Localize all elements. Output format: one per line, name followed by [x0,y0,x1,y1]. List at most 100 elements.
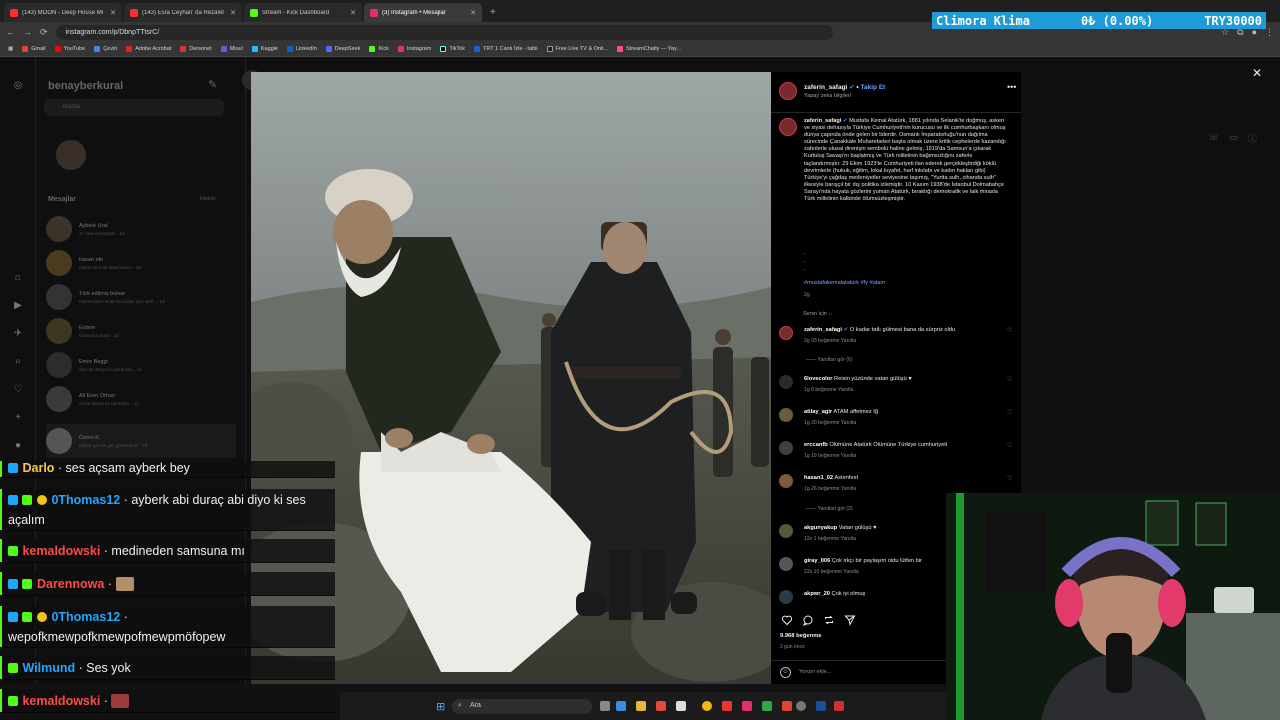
avatar[interactable] [779,590,793,604]
post-author-name[interactable]: zaferin_safagi [804,84,847,91]
compose-icon[interactable]: ✎ [208,78,217,91]
taskbar-search[interactable]: ⌕ Ara [452,699,592,714]
comment-user[interactable]: zaferin_safagi [804,327,842,333]
add-comment-input[interactable]: Yorum ekle... [799,669,831,675]
file-explorer-icon[interactable] [636,701,646,711]
close-modal-icon[interactable]: ✕ [1252,66,1262,80]
phone-icon[interactable]: ☏ [1208,132,1219,145]
youtube-icon[interactable] [722,701,732,711]
reload-icon[interactable]: ⟳ [40,27,48,38]
conversation-item[interactable]: hasan efe hasan sent an attachment. · 4d [46,246,236,280]
hashtags[interactable]: #mustafakemalatatürk #fy #atam [804,280,885,286]
share-icon[interactable] [844,614,856,626]
conversation-item-selected[interactable]: Özem K. Dikkat göz ve göz görürsünüz · 2d [46,424,236,458]
video-call-icon[interactable]: ▭ [1229,132,1238,145]
avatar[interactable] [779,524,793,538]
bookmark[interactable]: LinkedIn [286,46,317,52]
instagram-icon[interactable] [742,701,752,711]
comment-meta[interactable]: 1g 8 beğenme Yanıtla [804,387,853,393]
bookmark[interactable]: Dersonet [180,46,212,52]
close-tab-icon[interactable]: ✕ [230,9,236,17]
notifications-icon[interactable]: ♡ [12,384,24,396]
conversation-item[interactable]: Ayberk Ural 4+ new messages · 1d [46,212,236,246]
caption-author[interactable]: zaferin_safagi [804,118,841,124]
like-comment-icon[interactable]: ♡ [1007,409,1012,416]
steam-icon[interactable] [816,701,826,711]
chrome-icon[interactable] [702,701,712,711]
comment-meta[interactable]: 1g 19 beğenme Yanıtla [804,453,856,459]
bookmark[interactable]: Miuul [220,46,243,52]
browser-tab-active[interactable]: (3) Instagram • Mesajlar ✕ [364,3,482,22]
like-comment-icon[interactable]: ♡ [1007,442,1012,449]
author-avatar[interactable] [779,118,797,136]
app-icon[interactable] [782,701,792,711]
forward-icon[interactable]: → [23,27,32,37]
bookmark[interactable]: TikTok [440,46,465,52]
like-comment-icon[interactable]: ♡ [1007,376,1012,383]
search-icon[interactable]: ⌕ [12,356,24,368]
like-comment-icon[interactable]: ♡ [1007,475,1012,482]
like-count[interactable]: 9.968 beğenme [780,633,822,639]
obs-icon[interactable] [796,701,806,711]
emoji-icon[interactable]: ☺ [780,667,791,678]
comment-meta[interactable]: 22s 10 beğenme Yanıtla [804,569,859,575]
conversation-item[interactable]: Emre Beggi Sen de dünya mı görürsün... 1s [46,348,236,382]
profile-icon[interactable]: ● [12,440,24,452]
follow-button[interactable]: Takip Et [861,84,886,91]
bookmark[interactable]: StreamChatly — Yay... [617,46,681,52]
new-tab-button[interactable]: + [484,7,502,22]
copilot-icon[interactable] [616,701,626,711]
author-avatar[interactable] [779,82,797,100]
comment-user[interactable]: akgunyakup [804,525,837,531]
avatar[interactable] [779,326,793,340]
username-header[interactable]: benayberkural [48,80,123,92]
avatar[interactable] [779,441,793,455]
like-icon[interactable] [781,614,793,626]
note-bubble[interactable] [50,128,94,172]
back-icon[interactable]: ← [6,27,15,37]
bookmark[interactable]: Free Live TV & Onli... [546,46,608,52]
requests-link[interactable]: İstekler [200,196,216,202]
repost-icon[interactable] [823,614,835,626]
browser-tab[interactable]: Stream - Kick Dashboard ✕ [244,3,362,22]
comment-user[interactable]: giray_006 [804,558,830,564]
comment-user[interactable]: erccanfb [804,442,828,448]
browser-tab[interactable]: (143) Esra Ceyhan' da Rezalet ✕ [124,3,242,22]
comment-sort-dropdown[interactable]: Senin için ⌵ [803,311,833,318]
bookmark[interactable]: Adobe Acrobat [126,46,171,52]
instagram-logo-icon[interactable]: ◎ [12,80,24,92]
task-view-icon[interactable] [600,701,610,711]
comment-meta[interactable]: 12s 1 beğenme Yanıtla [804,536,856,542]
messages-icon[interactable]: ✈ [12,328,24,340]
comment-user[interactable]: hasan1_02 [804,475,833,481]
bookmark[interactable]: Kaggle [251,46,278,52]
reels-icon[interactable]: ▶ [12,300,24,312]
app-icon[interactable] [656,701,666,711]
more-options-icon[interactable]: ••• [1007,82,1016,92]
app-icon[interactable] [834,701,844,711]
avatar[interactable] [779,375,793,389]
search-input[interactable]: Arama [44,99,224,116]
windows-start-icon[interactable]: ⊞ [436,700,445,713]
browser-tab[interactable]: (143) MOON - Deep House Mi ✕ [4,3,122,22]
bookmark[interactable]: TRT 1 Canlı İzle - tabii [474,46,538,52]
avatar[interactable] [779,557,793,571]
like-comment-icon[interactable]: ♡ [1007,327,1012,334]
close-tab-icon[interactable]: ✕ [470,9,476,17]
bookmark[interactable]: Kick [369,46,389,52]
info-icon[interactable]: ⓘ [1248,132,1257,145]
comment-user[interactable]: akpwr_20 [804,591,830,597]
bookmark[interactable]: Gmail [22,46,46,52]
view-replies[interactable]: —— Yanıtları gör (2) [806,506,853,512]
create-icon[interactable]: + [12,412,24,424]
bookmark[interactable]: Çeviri [94,46,117,52]
menu-icon[interactable]: ⋮ [1265,27,1274,38]
comment-meta[interactable]: 2g 93 beğenme Yanıtla [804,338,856,344]
comment-user[interactable]: 6lovecolor [804,376,832,382]
app-icon[interactable] [676,701,686,711]
bookmark[interactable]: Instagram [397,46,431,52]
conversation-item[interactable]: Ali Eren Orhan Ali bir dünya mı görürsün.… [46,382,236,416]
avatar[interactable] [779,408,793,422]
home-icon[interactable]: ⌂ [12,272,24,284]
avatar[interactable] [779,474,793,488]
